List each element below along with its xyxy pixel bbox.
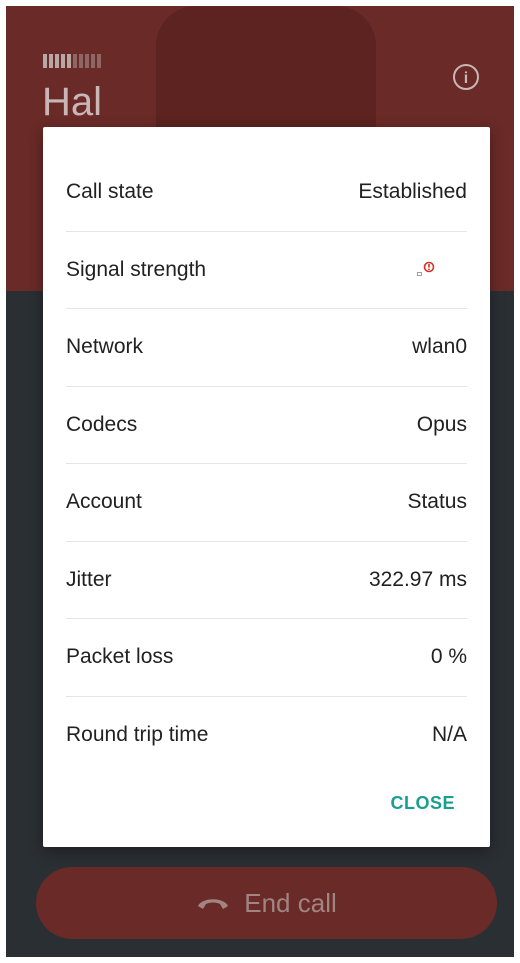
call-screen: Hal i End call Call state Established Si… bbox=[6, 6, 514, 957]
row-label: Jitter bbox=[66, 567, 112, 591]
row-value: 322.97 ms bbox=[368, 567, 467, 591]
row-value: 0 % bbox=[430, 645, 467, 669]
row-value: Established bbox=[358, 180, 467, 204]
contact-name: Hal bbox=[42, 80, 103, 124]
row-round-trip-time: Round trip time N/A bbox=[66, 697, 467, 775]
row-value: Opus bbox=[416, 412, 467, 436]
row-signal-strength: Signal strength bbox=[66, 232, 467, 309]
row-account: Account Status bbox=[66, 464, 467, 542]
row-network: Network wlan0 bbox=[66, 309, 467, 387]
row-call-state: Call state Established bbox=[66, 154, 467, 232]
row-value: Status bbox=[407, 490, 467, 514]
close-button[interactable]: CLOSE bbox=[390, 793, 455, 814]
row-label: Account bbox=[66, 490, 142, 514]
info-icon[interactable]: i bbox=[453, 64, 479, 90]
row-label: Packet loss bbox=[66, 645, 174, 669]
call-info-dialog: Call state Established Signal strength N… bbox=[43, 127, 490, 847]
end-call-label: End call bbox=[244, 887, 337, 918]
row-value: wlan0 bbox=[412, 335, 467, 359]
row-label: Call state bbox=[66, 180, 154, 204]
end-call-button[interactable]: End call bbox=[36, 867, 497, 939]
row-label: Codecs bbox=[66, 412, 138, 436]
row-label: Round trip time bbox=[66, 723, 209, 747]
signal-warning-icon bbox=[417, 261, 437, 279]
call-info-list: Call state Established Signal strength N… bbox=[66, 154, 467, 774]
row-label: Network bbox=[66, 335, 144, 359]
row-codecs: Codecs Opus bbox=[66, 387, 467, 464]
row-value: N/A bbox=[431, 723, 467, 747]
phone-hangup-icon bbox=[196, 895, 230, 911]
signal-bars-icon bbox=[43, 54, 101, 68]
row-jitter: Jitter 322.97 ms bbox=[66, 542, 467, 619]
row-packet-loss: Packet loss 0 % bbox=[66, 619, 467, 697]
row-label: Signal strength bbox=[66, 257, 207, 281]
